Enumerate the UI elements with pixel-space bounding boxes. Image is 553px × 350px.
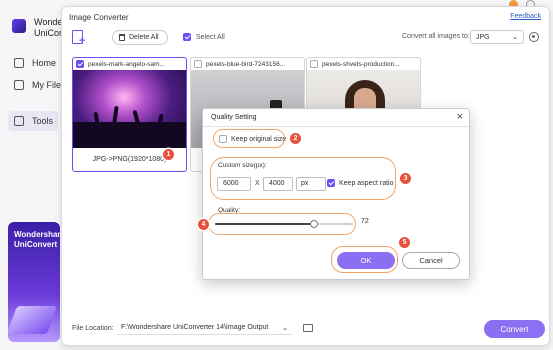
callout-badge: 4	[198, 219, 209, 230]
slider-handle[interactable]	[310, 220, 319, 228]
tools-icon	[14, 116, 24, 126]
chevron-down-icon: ⌄	[512, 34, 518, 41]
keep-aspect-ratio-checkbox[interactable]: Keep aspect ratio	[327, 179, 393, 187]
keep-original-size-checkbox[interactable]: Keep original size	[219, 135, 286, 143]
promo-art	[8, 306, 58, 334]
quality-setting-dialog: Quality Setting × Keep original size Cus…	[202, 108, 470, 280]
image-filename: pexels-blue-bird-7243156...	[206, 60, 286, 68]
callout-badge: 1	[163, 149, 174, 160]
width-input[interactable]: 6000	[217, 177, 251, 191]
app-logo	[12, 19, 26, 33]
gear-icon[interactable]	[529, 32, 539, 42]
chevron-down-icon: ⌄	[282, 324, 288, 332]
file-icon	[14, 80, 24, 90]
callout-badge: 5	[399, 237, 410, 248]
image-checkbox[interactable]	[76, 60, 84, 68]
delete-all-button[interactable]: Delete All	[112, 30, 168, 45]
quality-label: Quality:	[218, 207, 241, 214]
nav-tools[interactable]: Tools	[8, 111, 58, 131]
promo-banner[interactable]: Wondershare UniConvert	[8, 222, 60, 342]
file-location-label: File Location:	[72, 325, 114, 332]
divider	[203, 126, 469, 127]
format-select[interactable]: JPG ⌄	[470, 30, 524, 44]
convert-button[interactable]: Convert	[484, 320, 545, 338]
add-file-icon[interactable]: +	[72, 30, 88, 47]
height-input[interactable]: 4000	[263, 177, 293, 191]
app-name: Wonders UniCon	[34, 17, 64, 38]
close-icon[interactable]: ×	[457, 111, 463, 123]
feedback-link[interactable]: Feedback	[510, 13, 541, 20]
file-location-select[interactable]: F:\Wondershare UniConverter 14\Image Out…	[117, 321, 292, 335]
image-filename: pexels-shvets-production...	[322, 60, 400, 68]
convert-all-label: Convert all images to:	[402, 33, 470, 40]
image-checkbox[interactable]	[194, 60, 202, 68]
image-checkbox[interactable]	[310, 60, 318, 68]
home-icon	[14, 58, 24, 68]
ok-button[interactable]: OK	[337, 252, 395, 269]
unit-select[interactable]: px	[296, 177, 326, 191]
callout-badge: 2	[290, 133, 301, 144]
cancel-button[interactable]: Cancel	[402, 252, 460, 269]
checkbox-icon	[327, 179, 335, 187]
nav-my-files[interactable]: My File	[14, 80, 61, 90]
quality-value: 72	[361, 218, 369, 225]
callout-badge: 3	[400, 173, 411, 184]
image-filename: pexels-mark-angelo-sam...	[88, 60, 165, 68]
image-preview	[73, 70, 186, 148]
window-title: Image Converter	[69, 13, 129, 22]
slider-fill	[215, 223, 315, 225]
checkbox-icon	[219, 135, 227, 143]
toolbar: + Delete All Select All Convert all imag…	[62, 27, 549, 49]
checkbox-icon	[183, 33, 191, 41]
dialog-title: Quality Setting	[211, 114, 257, 121]
custom-size-label: Custom size(px):	[218, 162, 267, 169]
times-sign: X	[255, 180, 260, 187]
nav-home[interactable]: Home	[14, 58, 56, 68]
quality-slider[interactable]	[215, 217, 353, 231]
select-all-checkbox[interactable]: Select All	[183, 33, 225, 41]
folder-icon[interactable]	[303, 324, 313, 332]
trash-icon	[119, 34, 125, 41]
